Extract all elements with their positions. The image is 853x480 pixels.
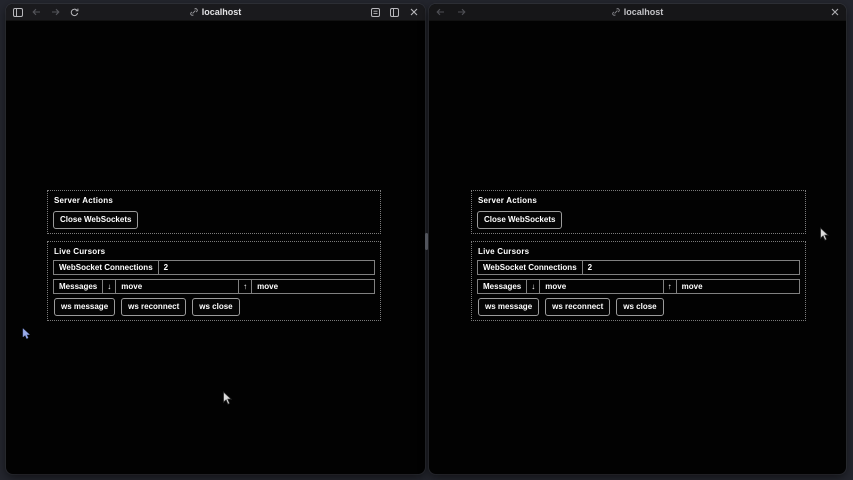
close-websockets-button[interactable]: Close WebSockets xyxy=(477,211,562,229)
ws-reconnect-button[interactable]: ws reconnect xyxy=(545,298,610,316)
server-actions-panel: Server Actions Close WebSockets xyxy=(471,190,806,234)
toolbar-right xyxy=(829,7,840,18)
close-icon[interactable] xyxy=(829,7,840,18)
live-cursors-title: Live Cursors xyxy=(478,247,801,256)
window-split-handle[interactable] xyxy=(425,233,428,250)
ws-close-button[interactable]: ws close xyxy=(192,298,239,316)
titlebar[interactable]: localhost xyxy=(6,4,425,21)
ws-buttons-row: ws message ws reconnect ws close xyxy=(477,298,800,316)
window-title-text: localhost xyxy=(624,7,664,17)
page-title: localhost xyxy=(429,4,846,20)
close-websockets-button[interactable]: Close WebSockets xyxy=(53,211,138,229)
link-icon xyxy=(612,8,620,16)
live-cursors-title: Live Cursors xyxy=(54,247,376,256)
browser-window-left: localhost Server Actions Close WebSocket… xyxy=(6,4,425,474)
reload-icon[interactable] xyxy=(69,7,80,18)
split-view-icon[interactable] xyxy=(389,7,400,18)
browser-window-right: localhost Server Actions Close WebSocket… xyxy=(429,4,846,474)
close-icon[interactable] xyxy=(408,7,419,18)
server-actions-panel: Server Actions Close WebSockets xyxy=(47,190,381,234)
window-title-text: localhost xyxy=(202,7,242,17)
last-up-message: move xyxy=(677,280,799,293)
connections-row: WebSocket Connections 2 xyxy=(477,260,800,275)
arrow-down-icon: ↓ xyxy=(103,280,116,293)
server-actions-title: Server Actions xyxy=(54,196,376,205)
arrow-up-icon: ↑ xyxy=(239,280,252,293)
live-cursors-panel: Live Cursors WebSocket Connections 2 Mes… xyxy=(471,241,806,321)
ws-message-button[interactable]: ws message xyxy=(54,298,115,316)
toolbar-right xyxy=(370,7,419,18)
ws-buttons-row: ws message ws reconnect ws close xyxy=(53,298,375,316)
live-cursors-panel: Live Cursors WebSocket Connections 2 Mes… xyxy=(47,241,381,321)
connections-value: 2 xyxy=(583,261,799,274)
back-icon[interactable] xyxy=(31,7,42,18)
last-down-message: move xyxy=(116,280,239,293)
forward-icon[interactable] xyxy=(50,7,61,18)
connections-row: WebSocket Connections 2 xyxy=(53,260,375,275)
sidebar-toggle-icon[interactable] xyxy=(12,7,23,18)
connections-label: WebSocket Connections xyxy=(478,261,583,274)
messages-row: Messages ↓ move ↑ move xyxy=(53,279,375,294)
last-up-message: move xyxy=(252,280,374,293)
messages-row: Messages ↓ move ↑ move xyxy=(477,279,800,294)
toolbar-left xyxy=(12,7,80,18)
webpage: Server Actions Close WebSockets Live Cur… xyxy=(6,190,425,474)
arrow-up-icon: ↑ xyxy=(664,280,677,293)
server-actions-title: Server Actions xyxy=(478,196,801,205)
last-down-message: move xyxy=(540,280,663,293)
toolbar-left xyxy=(435,7,467,18)
ws-close-button[interactable]: ws close xyxy=(616,298,663,316)
reader-icon[interactable] xyxy=(370,7,381,18)
titlebar[interactable]: localhost xyxy=(429,4,846,21)
webpage: Server Actions Close WebSockets Live Cur… xyxy=(429,190,846,474)
messages-label: Messages xyxy=(478,280,527,293)
ws-reconnect-button[interactable]: ws reconnect xyxy=(121,298,186,316)
arrow-down-icon: ↓ xyxy=(527,280,540,293)
connections-label: WebSocket Connections xyxy=(54,261,159,274)
link-icon xyxy=(190,8,198,16)
ws-message-button[interactable]: ws message xyxy=(478,298,539,316)
messages-label: Messages xyxy=(54,280,103,293)
connections-value: 2 xyxy=(159,261,374,274)
back-icon[interactable] xyxy=(435,7,446,18)
forward-icon[interactable] xyxy=(456,7,467,18)
